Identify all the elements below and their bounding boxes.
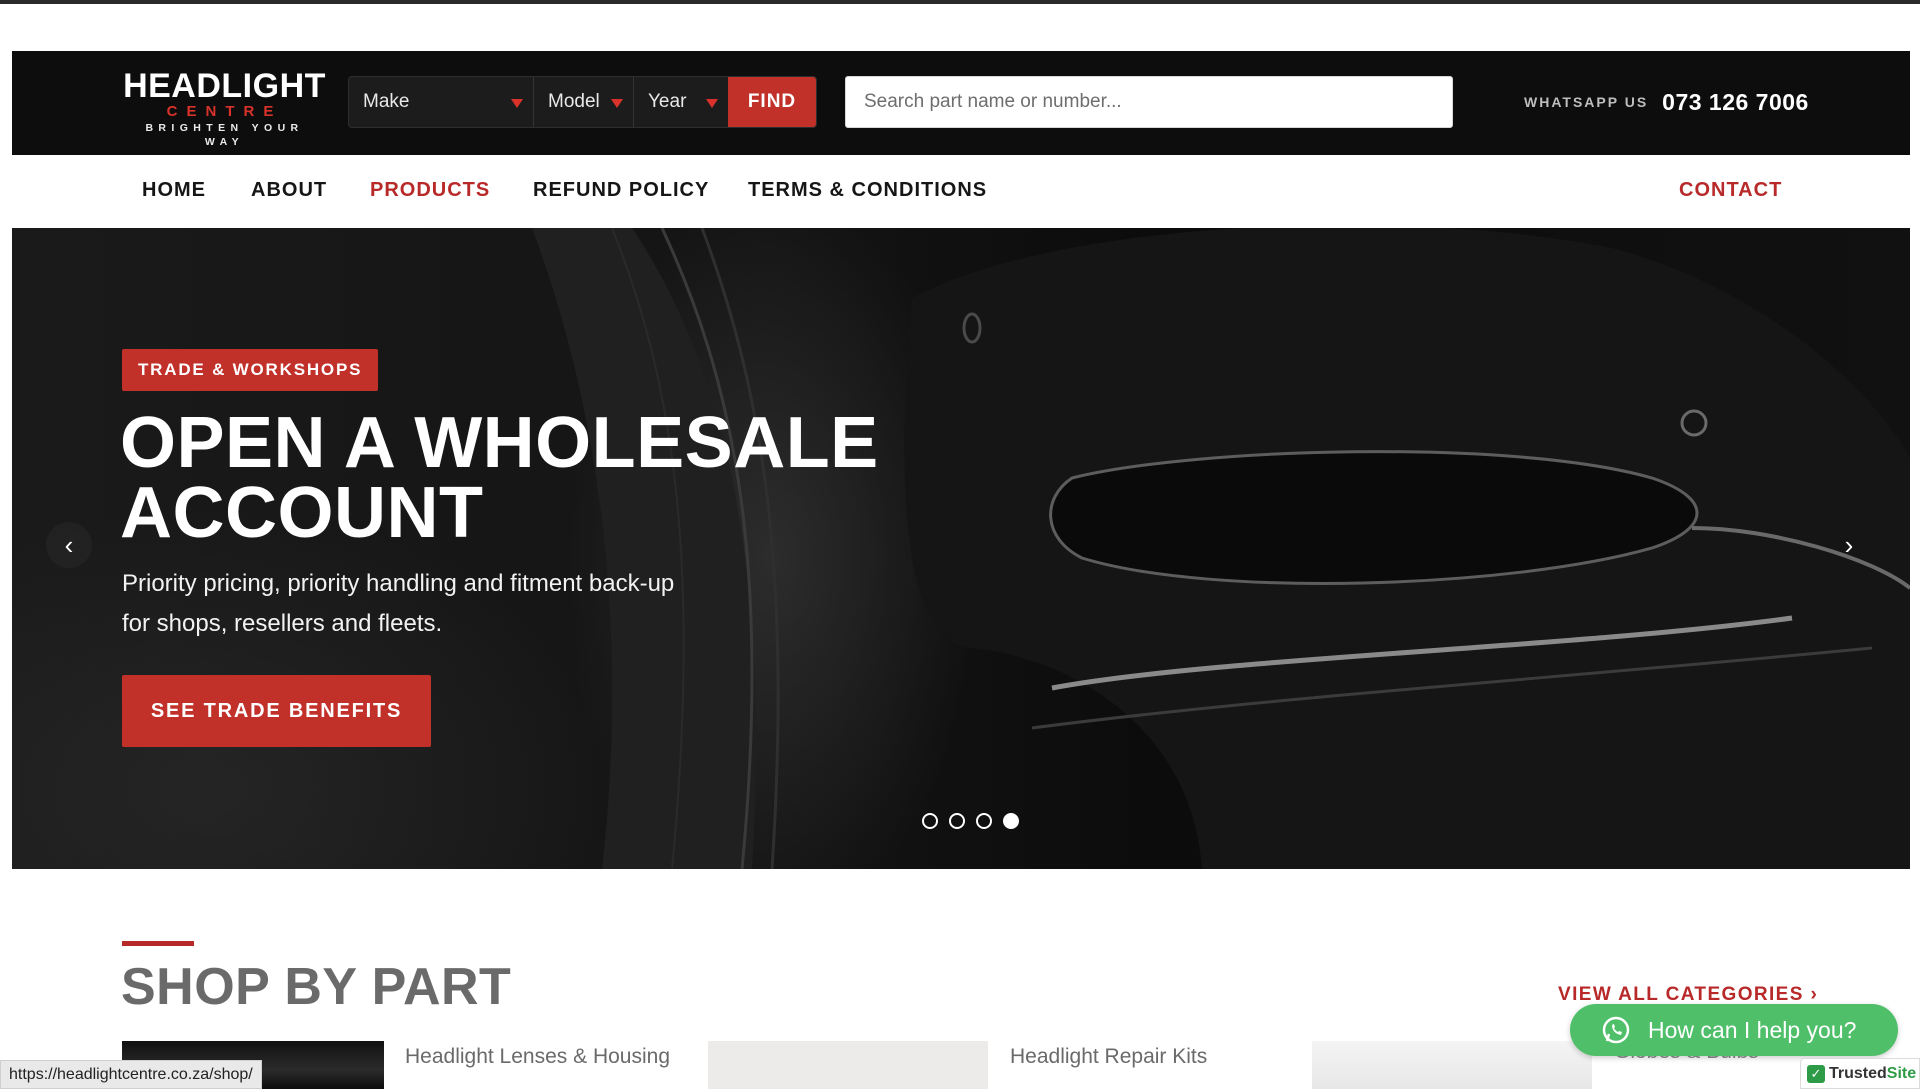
model-select-value: Model: [548, 91, 600, 112]
chat-widget-label: How can I help you?: [1648, 1016, 1857, 1043]
slider-dot[interactable]: [922, 813, 938, 829]
nav-item-contact[interactable]: CONTACT: [1679, 179, 1782, 202]
category-image-repair-kits[interactable]: [708, 1041, 988, 1089]
logo-subword: CENTRE: [166, 103, 283, 120]
section-accent-bar: [122, 941, 194, 946]
year-select-value: Year: [648, 91, 687, 112]
slider-dot[interactable]: [949, 813, 965, 829]
nav-item-terms-conditions[interactable]: TERMS & CONDITIONS: [748, 179, 987, 202]
logo-tagline: BRIGHTEN YOUR WAY: [145, 122, 304, 148]
slider-dot-active[interactable]: [1003, 813, 1019, 829]
hero-title-line-1: OPEN A WHOLESALE: [120, 403, 879, 483]
trustedsite-label-b: Site: [1886, 1064, 1917, 1082]
year-select[interactable]: Year: [634, 77, 728, 127]
slider-next-arrow-icon[interactable]: ›: [1826, 522, 1872, 568]
logo-wordmark: HEADLIGHT: [123, 67, 326, 105]
browser-status-url: https://headlightcentre.co.za/shop/: [0, 1060, 262, 1089]
category-label-headlight-lenses[interactable]: Headlight Lenses & Housing: [405, 1045, 670, 1069]
model-select[interactable]: Model: [534, 77, 634, 127]
nav-item-home[interactable]: HOME: [142, 179, 206, 202]
check-icon: ✓: [1807, 1064, 1825, 1083]
category-image-globes-bulbs[interactable]: [1312, 1041, 1592, 1089]
nav-item-products[interactable]: PRODUCTS: [370, 179, 490, 202]
shop-by-part-title: SHOP BY PART: [121, 958, 512, 1016]
slider-pagination: [922, 813, 1019, 829]
caret-down-icon: [611, 99, 623, 108]
whatsapp-phone[interactable]: 073 126 7006: [1662, 89, 1809, 116]
main-nav: HOME ABOUT PRODUCTS REFUND POLICY TERMS …: [12, 155, 1910, 228]
browser-top-rule: [0, 0, 1920, 4]
trustedsite-label-a: Trusted: [1829, 1064, 1887, 1082]
nav-item-refund-policy[interactable]: REFUND POLICY: [533, 179, 709, 202]
caret-down-icon: [511, 99, 523, 108]
make-select[interactable]: Make: [349, 77, 534, 127]
hero-badge: TRADE & WORKSHOPS: [122, 349, 379, 391]
find-button[interactable]: FIND: [728, 77, 816, 127]
whatsapp-chat-widget[interactable]: How can I help you?: [1570, 1004, 1898, 1056]
category-label-repair-kits[interactable]: Headlight Repair Kits: [1010, 1045, 1207, 1069]
site-header: HEADLIGHT CENTRE BRIGHTEN YOUR WAY Make …: [12, 51, 1910, 155]
hero-subtitle-line-1: Priority pricing, priority handling and …: [122, 570, 675, 597]
hero-slider: TRADE & WORKSHOPS OPEN A WHOLESALE ACCOU…: [12, 228, 1910, 869]
search-input[interactable]: [845, 76, 1453, 128]
caret-down-icon: [706, 99, 718, 108]
nav-item-about[interactable]: ABOUT: [251, 179, 327, 202]
slider-dot[interactable]: [976, 813, 992, 829]
whatsapp-icon: [1602, 1016, 1630, 1044]
see-trade-benefits-button[interactable]: SEE TRADE BENEFITS: [122, 675, 431, 747]
view-all-categories-link[interactable]: VIEW ALL CATEGORIES ›: [1558, 984, 1818, 1006]
hero-title-line-2: ACCOUNT: [120, 473, 484, 553]
hero-subtitle-line-2: for shops, resellers and fleets.: [122, 610, 443, 637]
whatsapp-contact[interactable]: WHATSAPP US 073 126 7006: [1482, 77, 1812, 127]
vehicle-part-finder: Make Model Year FIND: [348, 76, 817, 128]
whatsapp-label: WHATSAPP US: [1524, 94, 1649, 110]
slider-prev-arrow-icon[interactable]: ‹: [46, 522, 92, 568]
make-select-value: Make: [363, 91, 410, 112]
site-logo[interactable]: HEADLIGHT CENTRE BRIGHTEN YOUR WAY: [122, 67, 327, 148]
trustedsite-badge[interactable]: ✓ Trusted Site: [1800, 1058, 1920, 1089]
hero-title: OPEN A WHOLESALE ACCOUNT: [120, 407, 920, 549]
